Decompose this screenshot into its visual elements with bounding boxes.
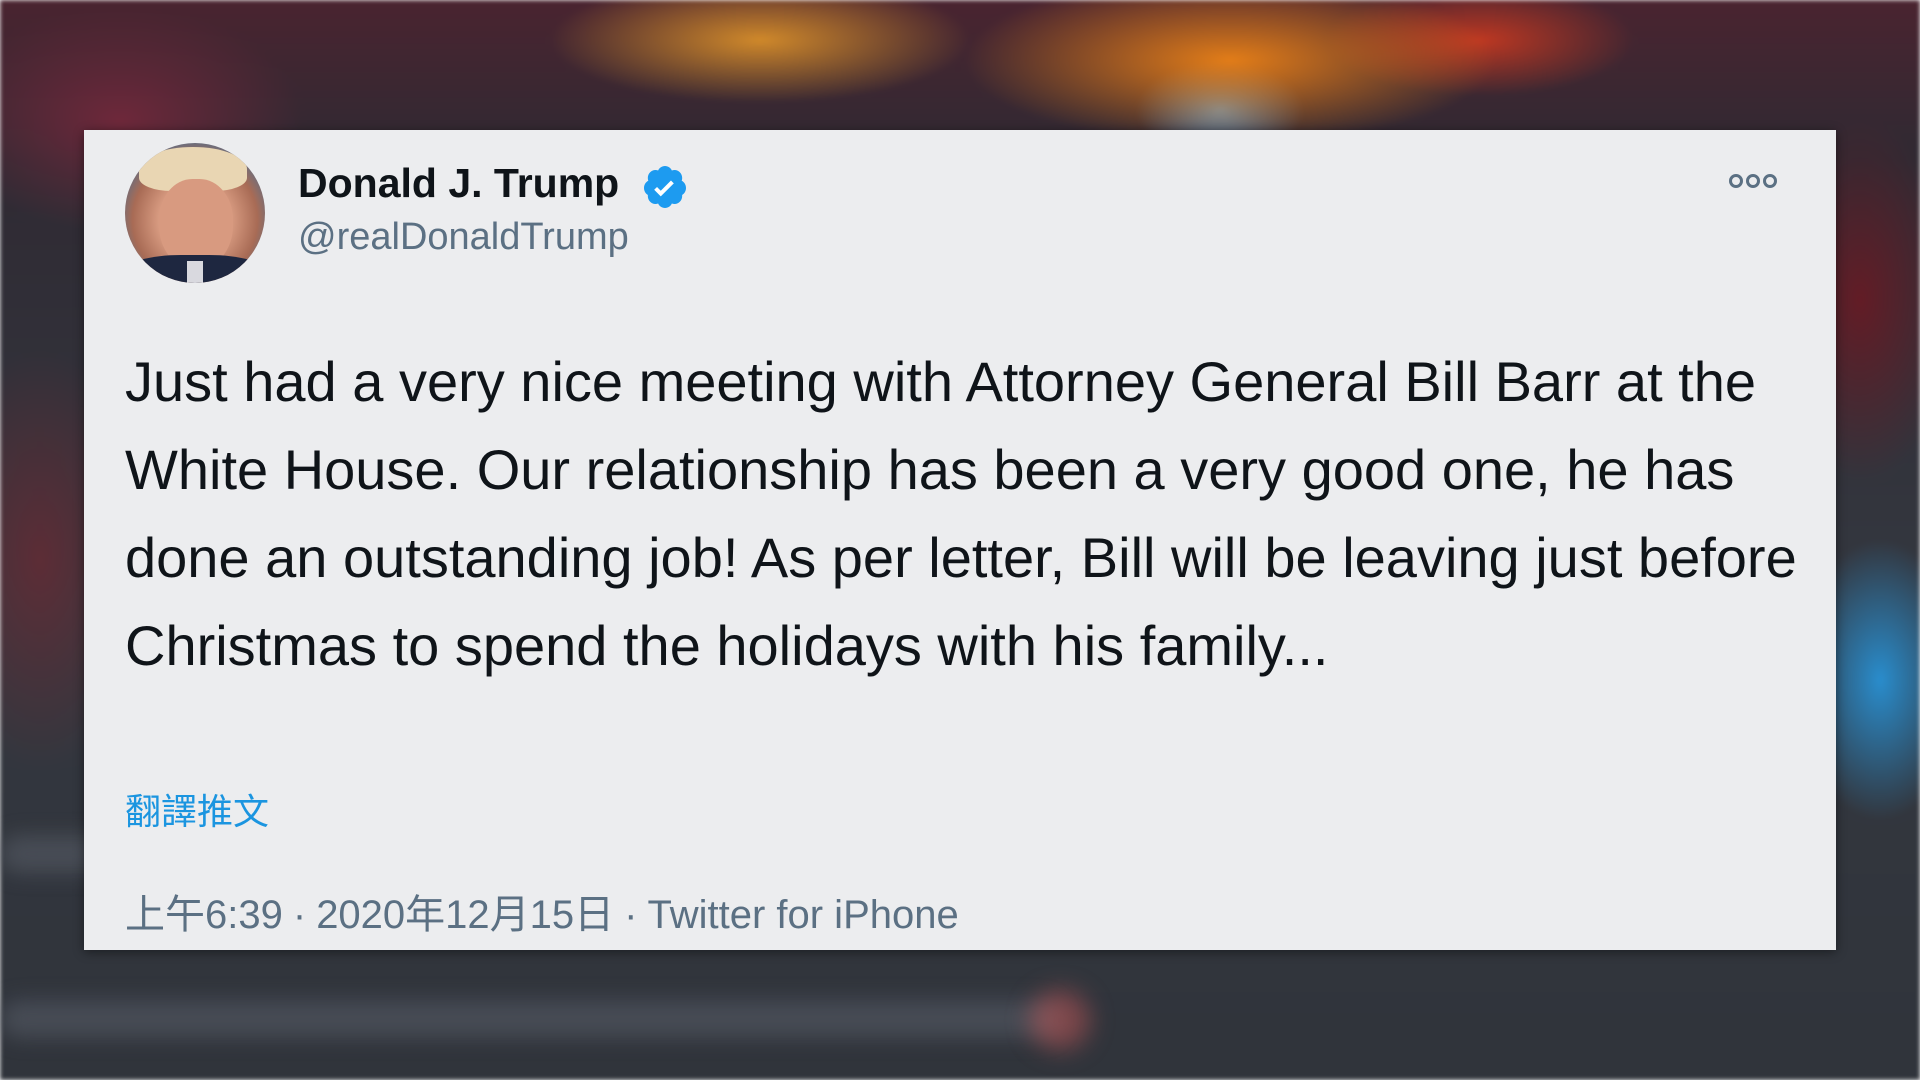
tweet-metadata: 上午6:39 · 2020年12月15日 · Twitter for iPhone [125,882,959,940]
meta-separator: · [624,893,638,937]
more-options-icon[interactable] [1728,172,1778,190]
tweet-card: Donald J. Trump @realDonaldTrump Just ha… [84,130,1836,950]
tweet-time[interactable]: 上午6:39 [125,882,283,940]
tweet-date[interactable]: 2020年12月15日 [316,882,614,940]
avatar[interactable] [125,143,265,283]
meta-separator: · [292,893,307,937]
blurred-background-shape [1030,990,1090,1050]
tweet-text: Just had a very nice meeting with Attorn… [125,350,1797,677]
author-handle[interactable]: @realDonaldTrump [298,216,629,259]
blurred-background-text [0,1000,1060,1038]
translate-tweet-link[interactable]: 翻譯推文 [125,783,269,835]
tweet-source[interactable]: Twitter for iPhone [647,893,958,938]
verified-badge-icon [643,166,686,208]
author-name[interactable]: Donald J. Trump [298,160,619,207]
avatar-collar [187,261,203,283]
